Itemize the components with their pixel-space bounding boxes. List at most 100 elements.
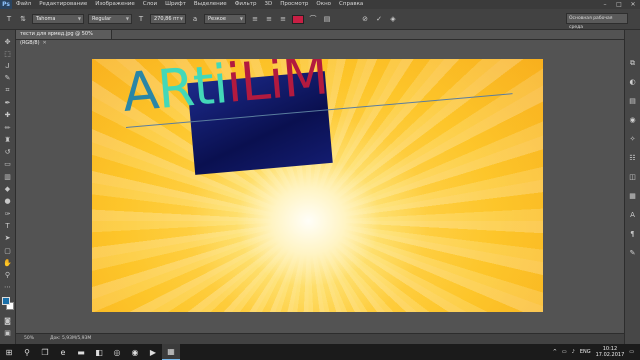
tab-divider	[16, 39, 624, 40]
pen-tool-icon[interactable]: ✑	[2, 208, 14, 219]
task-view-icon[interactable]: ❐	[36, 344, 54, 360]
brush-tool-icon[interactable]: ✏	[2, 122, 14, 133]
status-bar: 50% Док: 5,93M/5,93M	[16, 333, 624, 344]
font-size-value: 270,86 пт	[154, 16, 180, 22]
options-bar: T ⇅ Tahoma ▼ Regular ▼ T 270,86 пт ▼ a Резк…	[0, 9, 640, 30]
commit-check-icon[interactable]: ✓	[374, 14, 384, 24]
edge-icon[interactable]: e	[54, 344, 72, 360]
lasso-tool-icon[interactable]: ᒍ	[2, 61, 14, 72]
menu-file[interactable]: Файл	[12, 0, 35, 9]
document-info: Док: 5,93M/5,93M	[50, 336, 92, 341]
menu-type[interactable]: Шрифт	[161, 0, 190, 9]
zoom-tool-icon[interactable]: ⚲	[2, 270, 14, 281]
chevron-down-icon: ▼	[239, 16, 243, 21]
canvas-text-a: A	[120, 60, 161, 124]
menu-select[interactable]: Выделение	[190, 0, 231, 9]
type-tool-icon[interactable]: T	[4, 14, 14, 24]
menu-3d[interactable]: 3D	[260, 0, 276, 9]
cancel-icon[interactable]: ⊘	[360, 14, 370, 24]
tools-panel: ✥ ⬚ ᒍ ✎ ⌗ ✒ ✚ ✏ ♜ ↺ ▭ ▥ ◆ ● ✑ T ➤ ▢ ✋ ⚲ …	[0, 30, 16, 344]
hand-tool-icon[interactable]: ✋	[2, 257, 14, 268]
history-panel-icon[interactable]: ⧉	[628, 58, 638, 68]
brush-panel-icon[interactable]: ✎	[628, 248, 638, 258]
font-size-select[interactable]: 270,86 пт ▼	[150, 14, 186, 24]
font-style-select[interactable]: Regular ▼	[88, 14, 132, 24]
align-center-icon[interactable]: ≡	[264, 14, 274, 24]
marquee-tool-icon[interactable]: ⬚	[2, 48, 14, 59]
menu-edit[interactable]: Редактирование	[35, 0, 91, 9]
close-icon[interactable]: ✕	[43, 40, 47, 46]
styles-panel-icon[interactable]: ◫	[628, 172, 638, 182]
crop-tool-icon[interactable]: ⌗	[2, 85, 14, 96]
3d-icon[interactable]: ◈	[388, 14, 398, 24]
notifications-icon[interactable]: ▭	[629, 349, 634, 355]
image-canvas[interactable]: ARtiiLiM	[92, 59, 543, 312]
foreground-color[interactable]	[1, 297, 10, 306]
path-select-tool-icon[interactable]: ➤	[2, 233, 14, 244]
align-right-icon[interactable]: ≡	[278, 14, 288, 24]
store-icon[interactable]: ◧	[90, 344, 108, 360]
search-icon[interactable]: ⚲	[18, 344, 36, 360]
quick-select-tool-icon[interactable]: ✎	[2, 73, 14, 84]
photoshop-logo: Ps	[0, 0, 12, 9]
clone-stamp-tool-icon[interactable]: ♜	[2, 134, 14, 145]
antialias-value: Резкое	[208, 16, 226, 22]
channels-panel-icon[interactable]: ◉	[628, 115, 638, 125]
minimize-button[interactable]: –	[598, 1, 612, 8]
workspace-value: Основная рабочая среда	[569, 16, 613, 30]
menu-filter[interactable]: Фильтр	[231, 0, 261, 9]
antialias-select[interactable]: Резкое ▼	[204, 14, 246, 24]
font-family-select[interactable]: Tahoma ▼	[32, 14, 84, 24]
media-icon[interactable]: ▶	[144, 344, 162, 360]
media-player-icon[interactable]: ◉	[126, 344, 144, 360]
folder-icon[interactable]: ▬	[72, 344, 90, 360]
menu-image[interactable]: Изображение	[91, 0, 139, 9]
menu-window[interactable]: Окно	[312, 0, 335, 9]
network-icon[interactable]: ▭	[562, 349, 567, 355]
eyedropper-tool-icon[interactable]: ✒	[2, 97, 14, 108]
menu-help[interactable]: Справка	[335, 0, 367, 9]
swatches-panel-icon[interactable]: ▦	[628, 191, 638, 201]
document-tab[interactable]: тести для ярмед.jpg @ 50% (RGB/8) ✕	[16, 30, 112, 46]
character-panel-icon[interactable]: ▤	[322, 14, 332, 24]
more-tools-icon[interactable]: ⋯	[2, 282, 14, 293]
orientation-toggle-icon[interactable]: ⇅	[18, 14, 28, 24]
adjustments-panel-icon[interactable]: ☷	[628, 153, 638, 163]
chevron-up-icon[interactable]: ^	[553, 349, 557, 355]
font-family-value: Tahoma	[36, 16, 56, 22]
align-left-icon[interactable]: ≡	[250, 14, 260, 24]
warp-text-icon[interactable]: ⌒	[308, 14, 318, 24]
menu-view[interactable]: Просмотр	[276, 0, 312, 9]
close-button[interactable]: ✕	[626, 1, 640, 8]
shape-tool-icon[interactable]: ▢	[2, 245, 14, 256]
maximize-button[interactable]: □	[612, 1, 626, 8]
dodge-tool-icon[interactable]: ●	[2, 196, 14, 207]
type-tool-icon[interactable]: T	[2, 220, 14, 231]
paths-panel-icon[interactable]: ✧	[628, 134, 638, 144]
healing-tool-icon[interactable]: ✚	[2, 110, 14, 121]
eraser-tool-icon[interactable]: ▭	[2, 159, 14, 170]
gradient-tool-icon[interactable]: ▥	[2, 171, 14, 182]
photoshop-taskbar-icon[interactable]: ▦	[162, 344, 180, 360]
quick-mask-icon[interactable]: ◙	[2, 315, 14, 326]
volume-icon[interactable]: ♪	[572, 349, 575, 355]
language-indicator[interactable]: ENG	[580, 349, 591, 355]
clock-date: 17.02.2017	[595, 352, 625, 358]
paragraph-panel-icon[interactable]: ¶	[628, 229, 638, 239]
workspace-select[interactable]: Основная рабочая среда	[566, 13, 628, 30]
blur-tool-icon[interactable]: ◆	[2, 184, 14, 195]
font-size-icon: T	[138, 15, 144, 23]
windows-start-icon[interactable]: ⊞	[0, 344, 18, 360]
text-color-swatch[interactable]	[292, 14, 304, 24]
zoom-level[interactable]: 50%	[24, 334, 34, 344]
color-swatches[interactable]	[1, 297, 14, 311]
screen-mode-icon[interactable]: ▣	[2, 328, 14, 339]
character-panel-icon[interactable]: A	[628, 210, 638, 220]
menu-layers[interactable]: Слои	[139, 0, 161, 9]
chrome-icon[interactable]: ◎	[108, 344, 126, 360]
layers-panel-icon[interactable]: ▤	[628, 96, 638, 106]
history-brush-tool-icon[interactable]: ↺	[2, 147, 14, 158]
move-tool-icon[interactable]: ✥	[2, 36, 14, 47]
properties-panel-icon[interactable]: ◐	[628, 77, 638, 87]
clock[interactable]: 10:12 17.02.2017	[596, 346, 625, 358]
